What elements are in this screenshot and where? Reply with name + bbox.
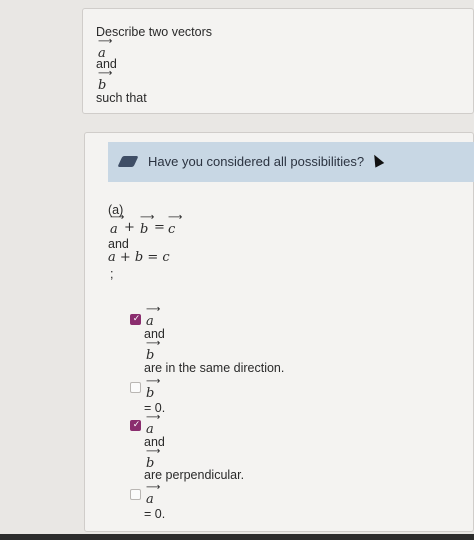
checkbox-unchecked[interactable] <box>130 382 141 393</box>
checkbox-unchecked[interactable] <box>130 489 141 500</box>
such-that-text: such that <box>96 91 147 105</box>
answer-card <box>84 132 474 532</box>
hint-text: Have you considered all possibilities? <box>148 154 365 169</box>
prompt-text: Describe two vectors <box>96 25 213 39</box>
checkbox-checked[interactable]: ✓ <box>130 420 141 431</box>
scalar-equation: a + b = c <box>108 250 170 265</box>
checkbox-checked[interactable]: ✓ <box>130 314 141 325</box>
hint-banner: Have you considered all possibilities? <box>108 142 474 182</box>
semicolon: ; <box>110 267 114 281</box>
eraser-icon <box>117 156 139 167</box>
bottom-edge <box>0 534 474 540</box>
